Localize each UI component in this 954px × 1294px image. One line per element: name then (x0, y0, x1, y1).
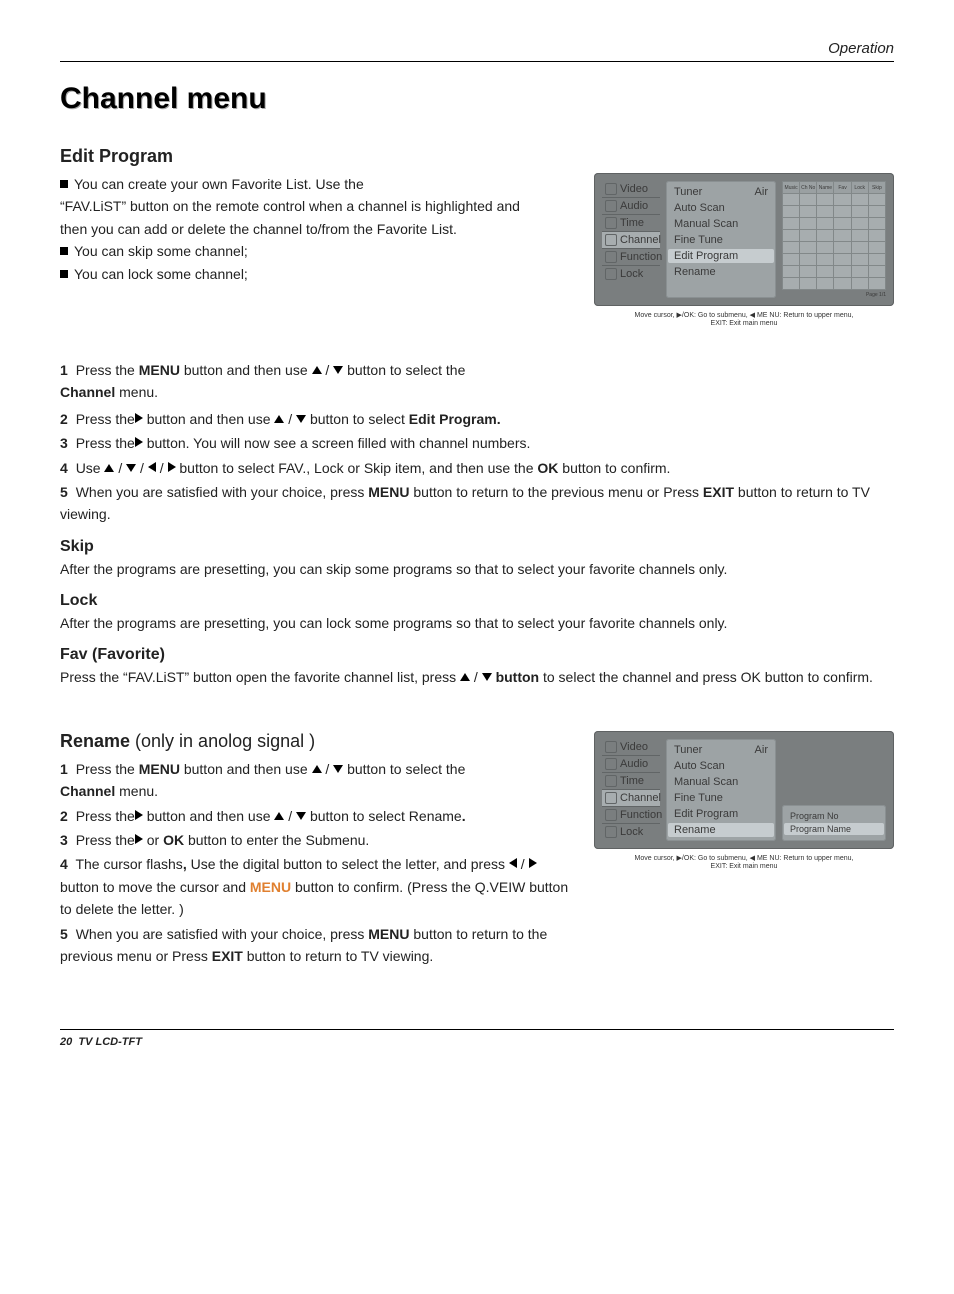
down-icon (482, 673, 492, 681)
ep-step-4: 4 Use / / / button to select FAV., Lock … (60, 457, 894, 479)
left-icon (509, 858, 517, 868)
up-icon (312, 366, 322, 374)
right-icon (135, 437, 143, 447)
right-icon (135, 810, 143, 820)
channel-icon (605, 792, 617, 804)
function-icon (605, 251, 617, 263)
down-icon (296, 415, 306, 423)
down-icon (296, 812, 306, 820)
page-title: Channel menu (60, 82, 894, 116)
osd-hint: Move cursor, ▶/OK: Go to submenu, ◀ ME N… (594, 855, 894, 872)
right-icon (135, 834, 143, 844)
osd-submenu: TunerAir Auto Scan Manual Scan Fine Tune… (666, 181, 776, 298)
video-icon (605, 183, 617, 195)
time-icon (605, 217, 617, 229)
audio-icon (605, 200, 617, 212)
right-icon (135, 413, 143, 423)
header-section: Operation (60, 40, 894, 62)
osd-rename-fields: Program No Program Name (782, 739, 886, 841)
right-icon (529, 858, 537, 868)
lock-icon (605, 826, 617, 838)
up-icon (312, 765, 322, 773)
up-icon (274, 812, 284, 820)
ep-step-5: 5 When you are satisfied with your choic… (60, 481, 894, 526)
osd-hint: Move cursor, ▶/OK: Go to submenu, ◀ ME N… (594, 312, 894, 329)
page-footer: 20 TV LCD-TFT (60, 1029, 894, 1048)
lock-heading: Lock (60, 592, 894, 610)
function-icon (605, 809, 617, 821)
rn-step-5: 5 When you are satisfied with your choic… (60, 923, 580, 968)
osd-rename: Video Audio Time Channel Function Lock T… (594, 731, 894, 872)
osd-edit-program: Video Audio Time Channel Function Lock T… (594, 173, 894, 329)
edit-program-heading: Edit Program (60, 146, 894, 167)
video-icon (605, 741, 617, 753)
fav-heading: Fav (Favorite) (60, 646, 894, 664)
up-icon (104, 464, 114, 472)
skip-body: After the programs are presetting, you c… (60, 558, 894, 580)
ep-step-3: 3 Press the button. You will now see a s… (60, 432, 894, 454)
skip-heading: Skip (60, 538, 894, 556)
fav-body: Press the “FAV.LiST” button open the fav… (60, 666, 894, 688)
time-icon (605, 775, 617, 787)
osd-tabs: Video Audio Time Channel Function Lock (602, 739, 660, 841)
ep-step-2: 2 Press the button and then use / button… (60, 408, 894, 430)
channel-icon (605, 234, 617, 246)
osd-channel-grid: MusicCh NoName FavLockSkip Page 1/1 (782, 181, 886, 298)
down-icon (333, 366, 343, 374)
down-icon (126, 464, 136, 472)
left-icon (148, 462, 156, 472)
right-icon (168, 462, 176, 472)
down-icon (333, 765, 343, 773)
osd-submenu: TunerAir Auto Scan Manual Scan Fine Tune… (666, 739, 776, 841)
up-icon (274, 415, 284, 423)
osd-tabs: Video Audio Time Channel Function Lock (602, 181, 660, 298)
ep-step-1: 1 Press the MENU button and then use / b… (60, 359, 894, 404)
lock-body: After the programs are presetting, you c… (60, 612, 894, 634)
lock-icon (605, 268, 617, 280)
rn-step-4: 4 The cursor flashs, Use the digital but… (60, 853, 580, 920)
up-icon (460, 673, 470, 681)
audio-icon (605, 758, 617, 770)
